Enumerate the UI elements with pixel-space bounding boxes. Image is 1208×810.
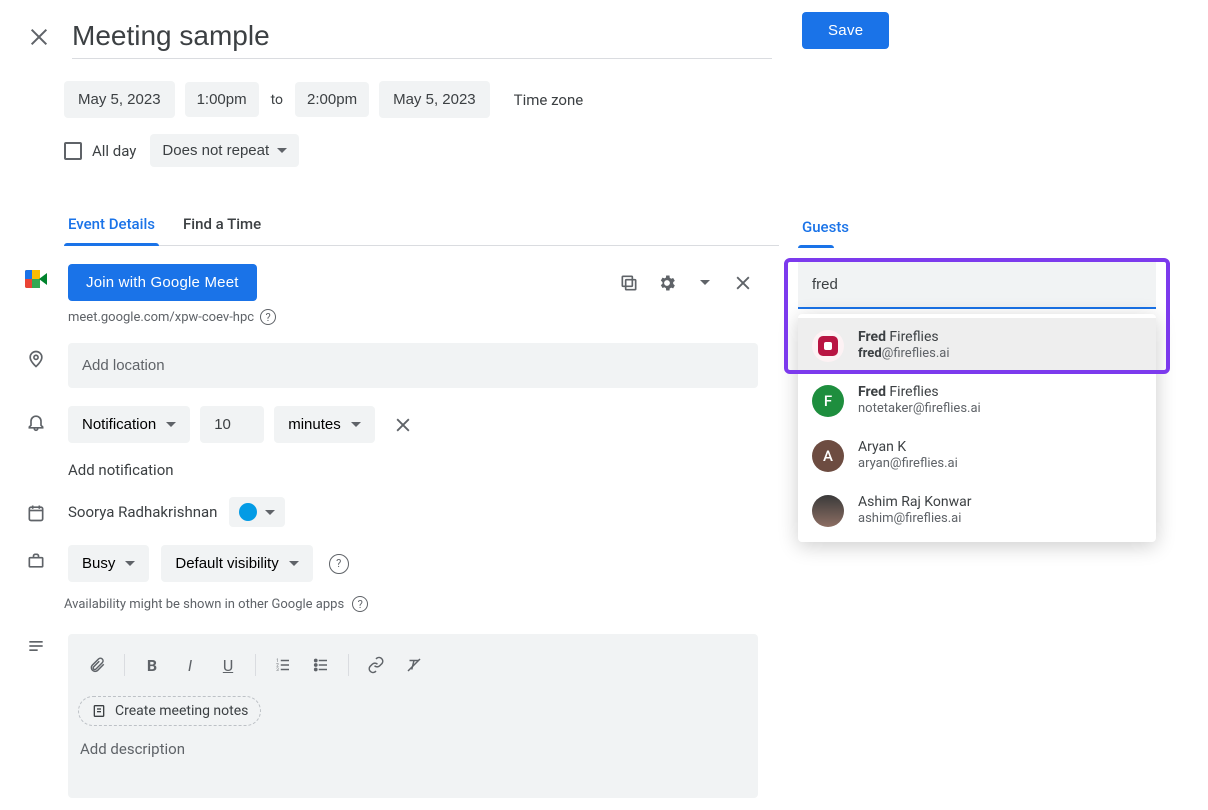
toolbar-separator (124, 654, 125, 676)
visibility-dropdown[interactable]: Default visibility (161, 545, 312, 582)
avatar: F (812, 385, 844, 417)
availability-help-icon[interactable]: ? (352, 596, 368, 612)
location-input[interactable] (68, 343, 758, 388)
suggestion-name: Fred Fireflies (858, 328, 950, 346)
end-time-chip[interactable]: 2:00pm (295, 82, 369, 117)
description-icon (24, 630, 48, 656)
copy-link-icon[interactable] (618, 272, 640, 294)
location-icon (24, 343, 48, 369)
svg-text:3: 3 (276, 667, 279, 673)
briefcase-icon (24, 545, 48, 571)
meet-icon (24, 264, 48, 288)
suggestion-name: Fred Fireflies (858, 383, 981, 401)
toolbar-separator (255, 654, 256, 676)
italic-icon[interactable]: I (173, 648, 207, 682)
close-button[interactable] (20, 18, 58, 59)
notification-value-input[interactable] (200, 406, 264, 443)
guest-suggestion[interactable]: Ashim Raj Konwarashim@fireflies.ai (798, 483, 1156, 538)
to-text: to (269, 92, 285, 108)
calendar-icon (24, 497, 48, 523)
create-notes-button[interactable]: Create meeting notes (78, 696, 261, 726)
tab-event-details[interactable]: Event Details (64, 205, 159, 245)
guest-search-input[interactable] (798, 262, 1156, 309)
link-icon[interactable] (359, 648, 393, 682)
caret-down-icon (265, 510, 275, 515)
caret-down-icon (166, 422, 176, 427)
notification-remove-icon[interactable] (393, 415, 413, 435)
visibility-help-icon[interactable]: ? (329, 554, 349, 574)
description-placeholder: Add description (78, 736, 748, 788)
title-underline (72, 58, 772, 59)
meet-link-text: meet.google.com/xpw-coev-hpc (68, 310, 254, 325)
suggestion-email: aryan@fireflies.ai (858, 456, 958, 473)
visibility-label: Default visibility (175, 555, 278, 572)
guest-suggestion[interactable]: A Aryan Karyan@fireflies.ai (798, 428, 1156, 483)
bold-icon[interactable]: B (135, 648, 169, 682)
avatar (812, 495, 844, 527)
notification-icon (24, 406, 48, 432)
suggestion-name: Aryan K (858, 438, 958, 456)
suggestion-name: Ashim Raj Konwar (858, 493, 971, 511)
join-meet-button[interactable]: Join with Google Meet (68, 264, 257, 301)
availability-note: Availability might be shown in other Goo… (64, 597, 344, 612)
busy-label: Busy (82, 555, 115, 572)
meet-help-icon[interactable]: ? (260, 309, 276, 325)
start-time-chip[interactable]: 1:00pm (185, 82, 259, 117)
attach-icon[interactable] (80, 648, 114, 682)
suggestion-email: fred@fireflies.ai (858, 346, 950, 363)
suggestion-email: notetaker@fireflies.ai (858, 401, 981, 418)
notification-unit-label: minutes (288, 416, 341, 433)
start-date-chip[interactable]: May 5, 2023 (64, 81, 175, 118)
repeat-dropdown[interactable]: Does not repeat (150, 134, 299, 167)
underline-icon[interactable]: U (211, 648, 245, 682)
clear-format-icon[interactable] (397, 648, 431, 682)
meet-remove-icon[interactable] (732, 272, 754, 294)
guest-suggestions: Fred Firefliesfred@fireflies.aiFFred Fir… (798, 314, 1156, 542)
tab-find-time[interactable]: Find a Time (179, 205, 265, 245)
allday-checkbox[interactable]: All day (64, 142, 136, 160)
avatar (812, 330, 844, 362)
allday-label: All day (92, 142, 136, 160)
create-notes-label: Create meeting notes (115, 703, 248, 719)
organizer-name: Soorya Radhakrishnan (68, 503, 217, 521)
suggestion-email: ashim@fireflies.ai (858, 511, 971, 528)
caret-down-icon (277, 148, 287, 153)
add-notification-link[interactable]: Add notification (68, 461, 758, 479)
busy-dropdown[interactable]: Busy (68, 545, 149, 582)
repeat-label: Does not repeat (162, 142, 269, 159)
guest-suggestion[interactable]: Fred Firefliesfred@fireflies.ai (798, 318, 1156, 373)
guest-suggestion[interactable]: F Fred Firefliesnotetaker@fireflies.ai (798, 373, 1156, 428)
color-dot-icon (239, 503, 257, 521)
timezone-link[interactable]: Time zone (514, 91, 584, 109)
caret-down-icon (289, 561, 299, 566)
tab-guests[interactable]: Guests (798, 218, 853, 248)
bullet-list-icon[interactable] (304, 648, 338, 682)
caret-down-icon (125, 561, 135, 566)
meet-settings-icon[interactable] (656, 272, 678, 294)
meet-expand-icon[interactable] (694, 272, 716, 294)
notification-type-dropdown[interactable]: Notification (68, 406, 190, 443)
event-title-input[interactable] (72, 16, 772, 56)
checkbox-icon (64, 142, 82, 160)
caret-down-icon (351, 422, 361, 427)
notification-unit-dropdown[interactable]: minutes (274, 406, 375, 443)
calendar-color-dropdown[interactable] (229, 497, 285, 527)
notification-type-label: Notification (82, 416, 156, 433)
numbered-list-icon[interactable]: 123 (266, 648, 300, 682)
end-date-chip[interactable]: May 5, 2023 (379, 81, 490, 118)
description-editor[interactable]: B I U 123 Create meeting notes (68, 634, 758, 798)
avatar: A (812, 440, 844, 472)
toolbar-separator (348, 654, 349, 676)
